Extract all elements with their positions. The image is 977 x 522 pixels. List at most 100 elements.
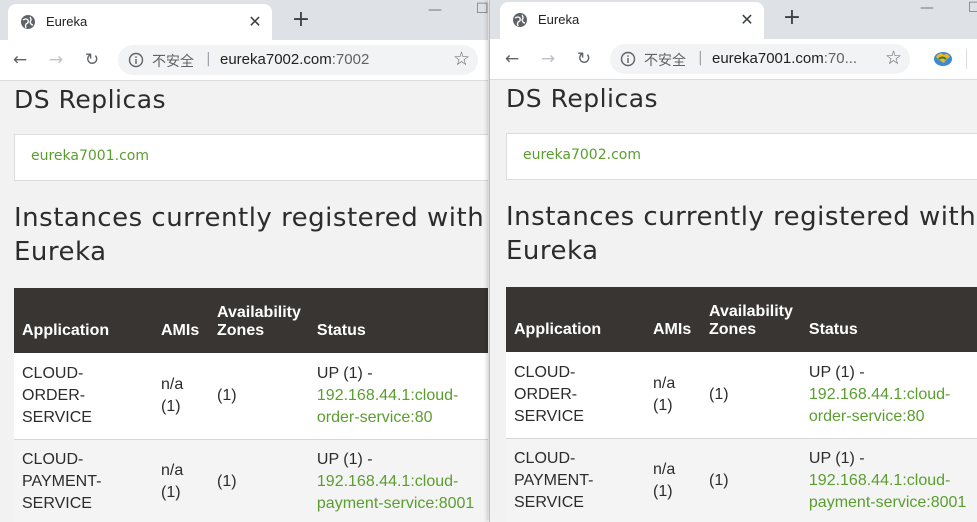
- col-application: Application: [22, 322, 110, 339]
- status-cell: UP (1) - 192.168.44.1:cloud-payment-servi…: [309, 439, 488, 522]
- amis-cell: n/a (1): [153, 439, 209, 522]
- minimize-icon[interactable]: —: [920, 0, 934, 16]
- info-icon: [128, 52, 144, 68]
- amis-count: (1): [161, 484, 181, 501]
- col-availability-line1: Availability: [217, 304, 301, 321]
- status-prefix: UP (1) -: [808, 450, 865, 467]
- instance-link-part: 192.168.44.1:cloud-: [808, 472, 951, 489]
- instances-table: Application AMIs Availability Zones Statu…: [14, 288, 488, 522]
- instances-heading-line2: Eureka: [14, 237, 107, 267]
- instances-table: Application AMIs Availability Zones Statu…: [506, 287, 977, 522]
- col-availability-line1: Availability: [709, 303, 793, 320]
- instances-heading-line2: Eureka: [506, 236, 599, 266]
- instance-link-part: 192.168.44.1:cloud-: [316, 386, 459, 404]
- status-cell: UP (1) - 192.168.44.1:cloud-order-service…: [309, 353, 488, 439]
- replica-link[interactable]: eureka7001.com: [31, 148, 149, 164]
- minimize-icon[interactable]: —: [428, 2, 442, 18]
- zones-cell: (1): [217, 386, 237, 404]
- instance-link[interactable]: 192.168.44.1:cloud-payment-service:8001: [809, 472, 966, 511]
- reload-icon[interactable]: ↻: [80, 48, 104, 72]
- maximize-icon[interactable]: ☐: [476, 1, 488, 17]
- new-tab-icon[interactable]: +: [288, 8, 314, 34]
- maximize-icon[interactable]: ☐: [968, 0, 977, 16]
- instance-link[interactable]: 192.168.44.1:cloud-payment-service:8001: [317, 473, 474, 512]
- amis-count: (1): [653, 483, 673, 500]
- address-bar[interactable]: 不安全 | eureka7002.com:7002 ☆: [118, 45, 478, 75]
- col-amis: AMIs: [161, 322, 200, 339]
- status-cell: UP (1) - 192.168.44.1:cloud-order-service…: [801, 352, 977, 438]
- tab-close-icon[interactable]: ✕: [244, 11, 266, 33]
- tab-strip: Eureka ✕ + — ☐: [490, 0, 977, 40]
- globe-icon: [21, 15, 35, 29]
- col-availability-zones: Availability Zones: [701, 287, 801, 352]
- app-name-part: CLOUD-: [22, 364, 84, 382]
- browser-window-left: Eureka ✕ + — ☐ ← → ↻ 不安全 | eureka7002.co…: [0, 0, 488, 522]
- col-application: Application: [514, 321, 602, 338]
- tab-title: Eureka: [538, 12, 580, 27]
- app-name-part: CLOUD-: [22, 451, 84, 468]
- instance-link-part: payment-service:8001: [316, 495, 475, 512]
- forward-arrow-icon[interactable]: →: [44, 48, 68, 72]
- instance-link[interactable]: 192.168.44.1:cloud-order-service:80: [809, 386, 950, 425]
- tab-title: Eureka: [46, 14, 88, 29]
- app-name-part: SERVICE: [514, 494, 584, 511]
- back-arrow-icon[interactable]: ←: [8, 48, 32, 72]
- app-name-part: CLOUD-: [514, 363, 576, 381]
- app-name-part: PAYMENT-: [514, 472, 594, 489]
- status-cell: UP (1) - 192.168.44.1:cloud-payment-servi…: [801, 438, 977, 522]
- forward-arrow-icon[interactable]: →: [536, 47, 560, 71]
- replica-list: eureka7002.com: [506, 133, 977, 180]
- url-host: eureka7001.com: [712, 50, 824, 67]
- info-icon: [620, 51, 636, 67]
- instance-link-part: payment-service:8001: [808, 494, 967, 511]
- globe-icon: [513, 13, 527, 27]
- zones-cell: (1): [217, 473, 237, 490]
- instance-link[interactable]: 192.168.44.1:cloud-order-service:80: [317, 387, 458, 426]
- amis-cell: n/a (1): [645, 352, 701, 438]
- amis-value: n/a: [653, 374, 676, 392]
- col-availability-line2: Zones: [709, 321, 757, 338]
- reload-icon[interactable]: ↻: [572, 47, 596, 71]
- back-arrow-icon[interactable]: ←: [500, 47, 524, 71]
- status-prefix: UP (1) -: [316, 451, 373, 468]
- replica-list: eureka7001.com: [14, 134, 488, 181]
- amis-cell: n/a (1): [153, 353, 209, 439]
- app-name: CLOUD- ORDER- SERVICE: [506, 352, 645, 438]
- replicas-heading: DS Replicas: [14, 85, 167, 114]
- instances-heading-line1: Instances currently registered with: [14, 203, 485, 233]
- table-header: Application AMIs Availability Zones Statu…: [506, 287, 977, 352]
- bookmark-star-icon[interactable]: ☆: [453, 48, 470, 70]
- zones-cell: (1): [709, 472, 729, 489]
- instance-link-part: order-service:80: [316, 408, 433, 426]
- extension-icon[interactable]: [932, 47, 954, 69]
- table-row: CLOUD- PAYMENT- SERVICE n/a (1) (1) UP (1) …: [14, 439, 488, 522]
- tab-eureka[interactable]: Eureka ✕: [8, 4, 272, 40]
- app-name-part: ORDER-: [514, 385, 578, 403]
- app-name-part: SERVICE: [22, 495, 92, 512]
- instances-heading: Instances currently registered with Eurek…: [14, 201, 488, 269]
- app-name: CLOUD- PAYMENT- SERVICE: [506, 438, 645, 522]
- tab-close-icon[interactable]: ✕: [736, 9, 758, 31]
- instances-heading-line1: Instances currently registered with: [506, 202, 977, 232]
- instance-link-part: 192.168.44.1:cloud-: [808, 385, 951, 403]
- security-label: 不安全: [644, 53, 686, 69]
- table-header: Application AMIs Availability Zones Statu…: [14, 288, 488, 353]
- page-content: DS Replicas eureka7002.com Instances cur…: [490, 80, 977, 522]
- new-tab-icon[interactable]: +: [779, 6, 805, 32]
- instances-heading: Instances currently registered with Eurek…: [506, 200, 977, 268]
- replica-link[interactable]: eureka7002.com: [523, 147, 641, 163]
- zones-cell: (1): [709, 385, 729, 403]
- col-status: Status: [316, 322, 366, 339]
- bookmark-star-icon[interactable]: ☆: [885, 47, 902, 69]
- tab-eureka[interactable]: Eureka ✕: [500, 2, 764, 40]
- amis-value: n/a: [161, 462, 184, 479]
- address-bar[interactable]: 不安全 | eureka7001.com:70... ☆: [610, 44, 910, 74]
- amis-count: (1): [161, 397, 181, 415]
- instance-link-part: 192.168.44.1:cloud-: [316, 473, 459, 490]
- replicas-heading: DS Replicas: [506, 84, 659, 113]
- table-row: CLOUD- ORDER- SERVICE n/a (1) (1) UP (1) - 1…: [14, 353, 488, 439]
- tab-strip: Eureka ✕ + — ☐: [0, 0, 488, 40]
- page-content: DS Replicas eureka7001.com Instances cur…: [0, 81, 488, 522]
- col-status: Status: [808, 321, 858, 338]
- browser-window-right: Eureka ✕ + — ☐ ← → ↻ 不安全 | eureka7001.co…: [489, 0, 977, 522]
